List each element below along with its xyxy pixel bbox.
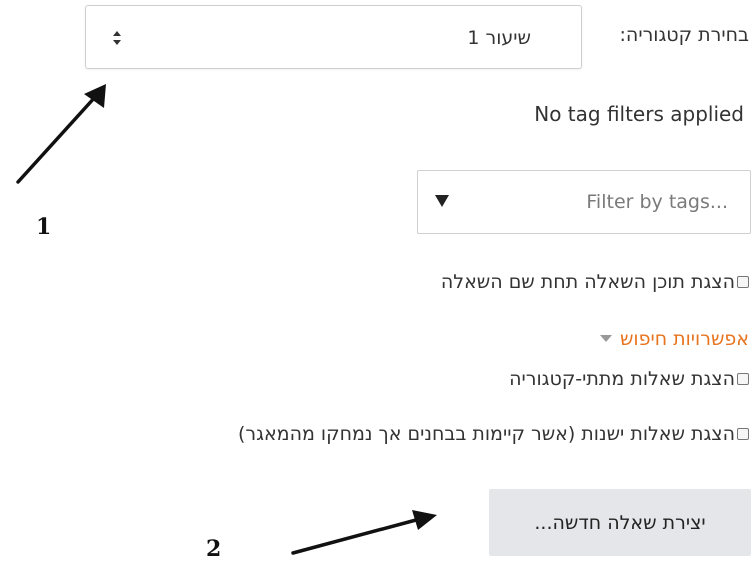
tag-filter-input[interactable]: Filter by tags...	[417, 170, 751, 234]
show-subcategories-checkbox[interactable]	[737, 373, 749, 385]
show-old-questions-checkbox[interactable]	[737, 428, 749, 440]
chevron-down-icon[interactable]	[599, 335, 612, 343]
show-question-text-row: הצגת תוכן השאלה תחת שם השאלה	[441, 268, 749, 296]
show-question-text-checkbox[interactable]	[737, 276, 749, 288]
annotation-arrow-2	[291, 510, 437, 555]
search-options-toggle[interactable]: אפשרויות חיפוש	[599, 325, 749, 353]
category-label: בחירת קטגוריה:	[619, 24, 750, 46]
show-subcategories-row: הצגת שאלות מתתי-קטגוריה	[509, 365, 749, 393]
annotation-marker-1: 1	[36, 214, 52, 240]
category-select[interactable]: שיעור 1	[85, 5, 582, 69]
up-down-arrows-icon	[113, 31, 121, 45]
show-old-questions-label[interactable]: הצגת שאלות ישנות (אשר קיימות בבחנים אך נ…	[238, 420, 735, 448]
show-question-text-label[interactable]: הצגת תוכן השאלה תחת שם השאלה	[441, 268, 735, 296]
caret-down-icon[interactable]	[434, 194, 450, 208]
category-select-value: שיעור 1	[467, 27, 531, 49]
annotation-marker-2: 2	[206, 536, 222, 562]
search-options-label[interactable]: אפשרויות חיפוש	[620, 325, 749, 353]
create-new-question-button[interactable]: יצירת שאלה חדשה...	[489, 489, 751, 556]
tag-filter-status: No tag filters applied	[534, 102, 744, 126]
show-subcategories-label[interactable]: הצגת שאלות מתתי-קטגוריה	[509, 365, 735, 393]
tag-filter-placeholder: Filter by tags...	[586, 191, 728, 213]
show-old-questions-row: הצגת שאלות ישנות (אשר קיימות בבחנים אך נ…	[238, 420, 749, 448]
annotation-arrow-1	[16, 84, 106, 184]
